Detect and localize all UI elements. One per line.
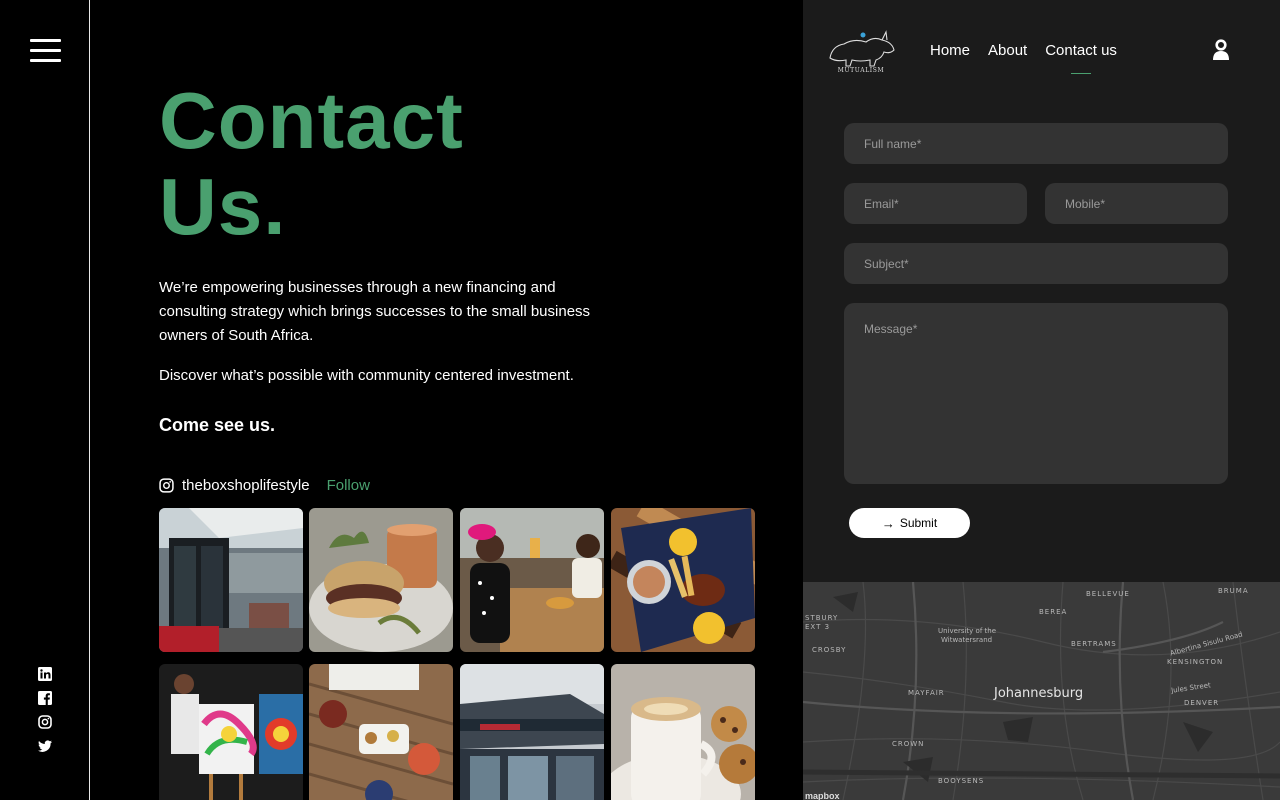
map-label: BRUMA bbox=[1218, 587, 1249, 595]
come-see-us-heading: Come see us. bbox=[159, 415, 276, 435]
map-label: CROSBY bbox=[812, 646, 847, 654]
location-map[interactable]: BELLEVUE BRUMA BEREA STBURY EXT 3 Univer… bbox=[803, 582, 1280, 800]
nav-contact-us[interactable]: Contact us bbox=[1045, 42, 1117, 74]
nav-home[interactable]: Home bbox=[930, 42, 970, 59]
left-rail bbox=[0, 0, 90, 800]
submit-button[interactable]: → Submit bbox=[849, 508, 970, 538]
svg-text:MUTUALISM: MUTUALISM bbox=[838, 67, 884, 74]
map-label: STBURY bbox=[805, 614, 839, 622]
intro-paragraph: We’re empowering businesses through a ne… bbox=[159, 279, 591, 344]
arrow-right-icon: → bbox=[881, 515, 895, 531]
twitter-icon[interactable] bbox=[38, 739, 52, 753]
instagram-tile-friends-toasting[interactable] bbox=[460, 508, 604, 652]
page-title-line1: Contact bbox=[159, 76, 464, 165]
map-label: CROWN bbox=[892, 740, 925, 748]
intro-paragraph-2: Discover what’s possible with community … bbox=[159, 367, 574, 384]
contact-panel: MUTUALISM Home About Contact us → Submit bbox=[803, 0, 1280, 582]
page-title: Contact Us. bbox=[159, 78, 464, 250]
mobile-field[interactable] bbox=[1045, 183, 1228, 224]
map-label: BEREA bbox=[1039, 608, 1068, 616]
instagram-tile-container-building[interactable] bbox=[460, 664, 604, 800]
social-links bbox=[38, 667, 54, 763]
instagram-handle[interactable]: theboxshoplifestyle bbox=[182, 477, 310, 494]
map-city-label: Johannesburg bbox=[994, 686, 1084, 701]
instagram-header: theboxshoplifestyle Follow bbox=[159, 475, 370, 495]
map-label: KENSINGTON bbox=[1167, 658, 1224, 666]
mapbox-attribution[interactable]: mapbox bbox=[805, 791, 840, 800]
map-label: University of the bbox=[938, 627, 996, 635]
map-label: BOOYSENS bbox=[938, 777, 985, 785]
map-label: BERTRAMS bbox=[1071, 640, 1117, 648]
map-label: BELLEVUE bbox=[1086, 590, 1130, 598]
subject-field[interactable] bbox=[844, 243, 1228, 284]
map-label: DENVER bbox=[1184, 699, 1220, 707]
instagram-tile-burger-plate[interactable] bbox=[309, 508, 453, 652]
full-name-field[interactable] bbox=[844, 123, 1228, 164]
submit-label: Submit bbox=[899, 516, 938, 530]
map-label: MAYFAIR bbox=[908, 689, 945, 697]
menu-icon[interactable] bbox=[30, 39, 61, 63]
map-label: Witwatersrand bbox=[941, 636, 993, 644]
mutualism-logo[interactable]: MUTUALISM bbox=[826, 28, 896, 74]
user-icon[interactable] bbox=[1211, 39, 1231, 61]
message-field[interactable] bbox=[844, 303, 1228, 484]
nav-about[interactable]: About bbox=[988, 42, 1027, 59]
instagram-icon bbox=[159, 477, 174, 493]
follow-link[interactable]: Follow bbox=[327, 477, 370, 494]
top-nav: Home About Contact us bbox=[930, 42, 1135, 74]
instagram-tile-shop-entrance[interactable] bbox=[159, 508, 303, 652]
instagram-tile-chicken-platter[interactable] bbox=[611, 508, 755, 652]
email-field[interactable] bbox=[844, 183, 1027, 224]
map-label: EXT 3 bbox=[805, 623, 831, 631]
facebook-icon[interactable] bbox=[38, 691, 52, 705]
instagram-tile-coffee-cookies[interactable] bbox=[611, 664, 755, 800]
instagram-icon[interactable] bbox=[38, 715, 52, 729]
instagram-tile-table-overhead[interactable] bbox=[309, 664, 453, 800]
page-title-line2: Us. bbox=[159, 162, 287, 251]
linkedin-icon[interactable] bbox=[38, 667, 52, 681]
main-content: Contact Us. We’re empowering businesses … bbox=[90, 0, 803, 800]
instagram-tile-artist-painting[interactable] bbox=[159, 664, 303, 800]
